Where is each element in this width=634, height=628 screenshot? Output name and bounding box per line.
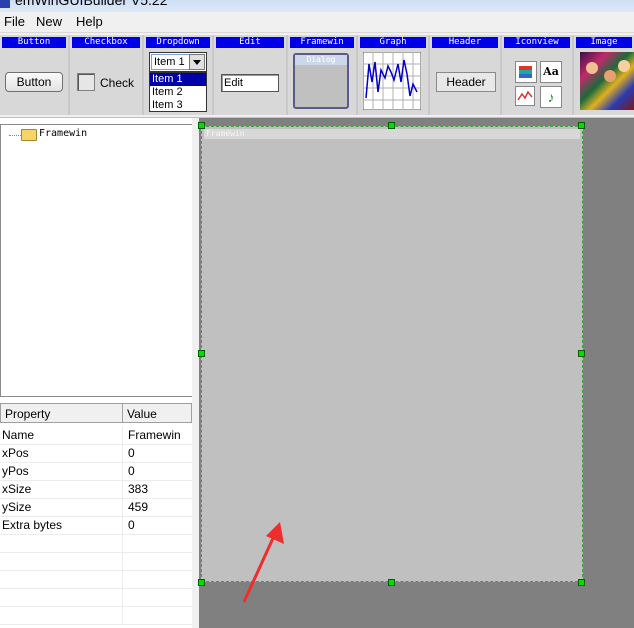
- tool-checkbox-caption: Checkbox: [72, 37, 140, 48]
- property-row[interactable]: xPos 0: [0, 444, 192, 463]
- property-value[interactable]: 0: [128, 446, 135, 460]
- property-key: ySize: [2, 500, 32, 514]
- tool-header[interactable]: Header Header: [430, 35, 502, 115]
- books-icon: [515, 61, 537, 83]
- property-grid: Property Value Name Framewin xPos 0 yPos…: [0, 403, 193, 628]
- menu-bar: File New Help: [0, 12, 634, 33]
- property-key: xPos: [2, 446, 29, 460]
- resize-handle-bottom-left[interactable]: [198, 579, 205, 586]
- resize-handle-bottom-right[interactable]: [578, 579, 585, 586]
- column-header-value[interactable]: Value: [122, 403, 192, 423]
- tool-dropdown-caption: Dropdown: [146, 37, 210, 48]
- tool-checkbox[interactable]: Checkbox Check: [70, 35, 144, 115]
- property-key: xSize: [2, 482, 32, 496]
- property-value[interactable]: 0: [128, 464, 135, 478]
- tool-image[interactable]: Image: [574, 35, 634, 115]
- tool-image-caption: Image: [576, 37, 632, 48]
- folder-icon: [21, 129, 37, 141]
- title-bar: emWinGUIBuilder V5.22: [0, 0, 634, 12]
- button-sample: Button: [5, 72, 63, 92]
- property-key: Extra bytes: [2, 518, 63, 532]
- tool-header-caption: Header: [432, 37, 498, 48]
- framewin-sample-caption: Dialog: [295, 55, 347, 65]
- dropdown-list: Item 1 Item 2 Item 3: [149, 72, 207, 112]
- image-sample: [580, 52, 634, 110]
- font-icon: Aa: [540, 61, 562, 83]
- column-header-property[interactable]: Property: [0, 403, 123, 423]
- widget-tree: Framewin: [0, 124, 193, 397]
- tool-framewin-caption: Framewin: [290, 37, 354, 48]
- dropdown-option: Item 1: [150, 73, 206, 86]
- tool-button-caption: Button: [2, 37, 66, 48]
- resize-handle-top-right[interactable]: [578, 122, 585, 129]
- app-icon: [0, 0, 10, 8]
- tool-dropdown[interactable]: Dropdown Item 1 Item 1 Item 2 Item 3: [144, 35, 214, 115]
- menu-file[interactable]: File: [4, 14, 25, 29]
- property-value[interactable]: 0: [128, 518, 135, 532]
- framewin-caption: Framewin: [204, 129, 580, 139]
- property-row-empty: [0, 534, 192, 553]
- dropdown-option: Item 2: [152, 86, 183, 98]
- tool-graph[interactable]: Graph: [358, 35, 430, 115]
- tool-button[interactable]: Button Button: [0, 35, 70, 115]
- resize-handle-top[interactable]: [388, 122, 395, 129]
- property-key: Name: [2, 428, 35, 442]
- property-row[interactable]: ySize 459: [0, 498, 192, 517]
- resize-handle-top-left[interactable]: [198, 122, 205, 129]
- dropdown-selected: Item 1: [151, 54, 192, 70]
- property-row[interactable]: Name Framewin: [0, 426, 192, 445]
- property-row-empty: [0, 570, 192, 589]
- resize-handle-right[interactable]: [578, 350, 585, 357]
- edit-sample: Edit: [221, 74, 279, 92]
- tool-iconview-caption: Iconview: [504, 37, 570, 48]
- checkbox-sample: [77, 73, 95, 91]
- dropdown-sample: Item 1: [149, 52, 207, 72]
- tree-item-framewin[interactable]: Framewin: [39, 128, 87, 139]
- property-row-empty: [0, 552, 192, 571]
- property-row-empty: [0, 606, 192, 625]
- property-row-empty: [0, 588, 192, 607]
- checkbox-sample-label: Check: [100, 76, 135, 90]
- property-value[interactable]: 383: [128, 482, 148, 496]
- chevron-down-icon: [189, 54, 205, 70]
- framewin-sample: Dialog: [293, 53, 349, 109]
- dropdown-option: Item 3: [152, 99, 183, 111]
- tool-graph-caption: Graph: [360, 37, 426, 48]
- tool-edit[interactable]: Edit Edit: [214, 35, 288, 115]
- resize-handle-left[interactable]: [198, 350, 205, 357]
- menu-help[interactable]: Help: [76, 14, 103, 29]
- framewin-widget[interactable]: Framewin: [201, 126, 583, 582]
- property-row[interactable]: yPos 0: [0, 462, 192, 481]
- music-icon: ♪: [540, 86, 562, 108]
- widget-toolbar: Button Button Checkbox Check Dropdown It…: [0, 33, 634, 118]
- tool-edit-caption: Edit: [216, 37, 284, 48]
- resize-handle-bottom[interactable]: [388, 579, 395, 586]
- menu-new[interactable]: New: [36, 14, 62, 29]
- graph-icon: [363, 52, 421, 110]
- chart-icon: [515, 86, 535, 106]
- property-value[interactable]: Framewin: [128, 428, 181, 442]
- property-row[interactable]: xSize 383: [0, 480, 192, 499]
- header-sample: Header: [436, 72, 496, 92]
- property-row[interactable]: Extra bytes 0: [0, 516, 192, 535]
- window-title: emWinGUIBuilder V5.22: [15, 0, 168, 8]
- property-key: yPos: [2, 464, 29, 478]
- tool-framewin[interactable]: Framewin Dialog: [288, 35, 358, 115]
- splitter[interactable]: [192, 118, 199, 628]
- annotation-arrow-icon: [242, 522, 284, 603]
- tree-connector: [9, 135, 21, 136]
- property-value[interactable]: 459: [128, 500, 148, 514]
- tool-iconview[interactable]: Iconview Aa ♪: [502, 35, 574, 115]
